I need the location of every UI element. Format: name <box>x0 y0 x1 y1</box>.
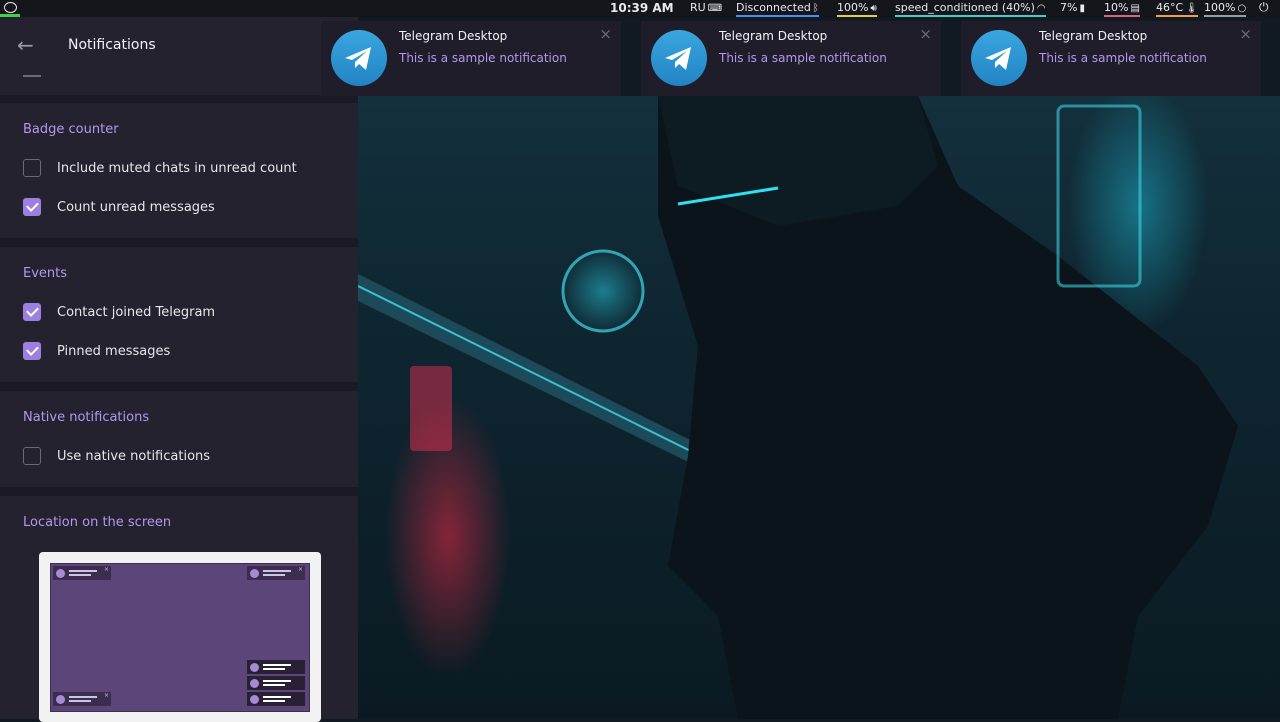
events-section: Events Contact joined Telegram Pinned me… <box>0 247 358 382</box>
checkbox-checked-icon[interactable] <box>23 303 41 321</box>
notification-message: This is a sample notification <box>1039 51 1207 65</box>
volume-status[interactable]: 100% 🔊︎ <box>837 0 877 17</box>
page-title: Notifications <box>68 37 156 53</box>
back-arrow-icon[interactable]: ← <box>17 35 37 55</box>
desktop-wallpaper <box>358 96 1280 719</box>
section-title-badge-counter: Badge counter <box>23 122 119 137</box>
battery-icon: ○ <box>1237 3 1247 14</box>
notification-message: This is a sample notification <box>719 51 887 65</box>
checkbox-contact-joined[interactable]: Contact joined Telegram <box>23 302 215 322</box>
close-icon[interactable]: × <box>599 27 612 42</box>
notifications-settings-panel: ← Notifications Badge counter Include mu… <box>0 17 358 722</box>
notification-toast[interactable]: Telegram Desktop This is a sample notifi… <box>321 21 621 96</box>
keyboard-icon: ⌨ <box>707 3 723 14</box>
chat-bubble-icon[interactable] <box>0 0 20 17</box>
close-icon[interactable]: × <box>1239 27 1252 42</box>
wifi-status[interactable]: speed_conditioned (40%) ◠ <box>895 0 1046 17</box>
badge-counter-section: Badge counter Include muted chats in unr… <box>0 103 358 238</box>
corner-top-left[interactable]: × <box>53 566 111 580</box>
telegram-logo-icon <box>651 30 707 86</box>
top-status-bar: 10:39 AM RU ⌨ Disconnected ᛒ 100% 🔊︎ speed_… <box>0 0 1280 17</box>
notification-message: This is a sample notification <box>399 51 567 65</box>
battery-status[interactable]: 100% ○ <box>1204 0 1247 17</box>
checkbox-checked-icon[interactable] <box>23 198 41 216</box>
checkbox-pinned-messages[interactable]: Pinned messages <box>23 341 170 361</box>
thermometer-icon: 🌡︎ <box>1185 3 1198 14</box>
corner-top-right[interactable]: × <box>247 566 305 580</box>
notification-toast[interactable]: Telegram Desktop This is a sample notifi… <box>961 21 1261 96</box>
section-title-native-notifications: Native notifications <box>23 410 150 425</box>
corner-bottom-right-stack-3[interactable] <box>247 692 305 706</box>
notification-app-name: Telegram Desktop <box>719 29 828 43</box>
corner-bottom-right-stack-1[interactable] <box>247 660 305 674</box>
bluetooth-icon: ᛒ <box>812 3 819 14</box>
corner-bottom-right-stack-2[interactable] <box>247 676 305 690</box>
cpu-status[interactable]: 7% ▮ <box>1060 0 1085 17</box>
notification-app-name: Telegram Desktop <box>1039 29 1148 43</box>
checkbox-unchecked-icon[interactable] <box>23 159 41 177</box>
memory-status[interactable]: 10% ▤ <box>1104 0 1140 17</box>
checkbox-include-muted[interactable]: Include muted chats in unread count <box>23 158 297 178</box>
notification-toast[interactable]: Telegram Desktop This is a sample notifi… <box>641 21 941 96</box>
checkbox-unchecked-icon[interactable] <box>23 447 41 465</box>
checkbox-count-unread[interactable]: Count unread messages <box>23 197 215 217</box>
bluetooth-status[interactable]: Disconnected ᛒ <box>736 0 819 17</box>
checkbox-use-native[interactable]: Use native notifications <box>23 446 210 466</box>
close-icon[interactable]: × <box>919 27 932 42</box>
keyboard-layout[interactable]: RU ⌨ <box>690 0 722 17</box>
previous-section-remnant <box>0 75 358 95</box>
native-notifications-section: Native notifications Use native notifica… <box>0 391 358 487</box>
section-title-location: Location on the screen <box>23 515 172 530</box>
telegram-logo-icon <box>971 30 1027 86</box>
notification-app-name: Telegram Desktop <box>399 29 508 43</box>
wifi-icon: ◠ <box>1036 3 1046 14</box>
cpu-icon: ▮ <box>1079 3 1085 14</box>
section-title-events: Events <box>23 266 68 281</box>
telegram-logo-icon <box>331 30 387 86</box>
corner-bottom-left[interactable]: × <box>53 692 111 706</box>
screen-location-preview: × × × <box>39 552 321 722</box>
checkbox-checked-icon[interactable] <box>23 342 41 360</box>
power-icon[interactable]: ⏻ <box>1259 0 1269 17</box>
clock[interactable]: 10:39 AM <box>610 0 674 16</box>
memory-icon: ▤ <box>1130 3 1140 14</box>
panel-header: ← Notifications <box>0 17 358 75</box>
screen-preview: × × × <box>50 563 310 712</box>
speaker-icon: 🔊︎ <box>870 3 877 14</box>
temperature-status[interactable]: 46°C 🌡︎ <box>1156 0 1198 17</box>
